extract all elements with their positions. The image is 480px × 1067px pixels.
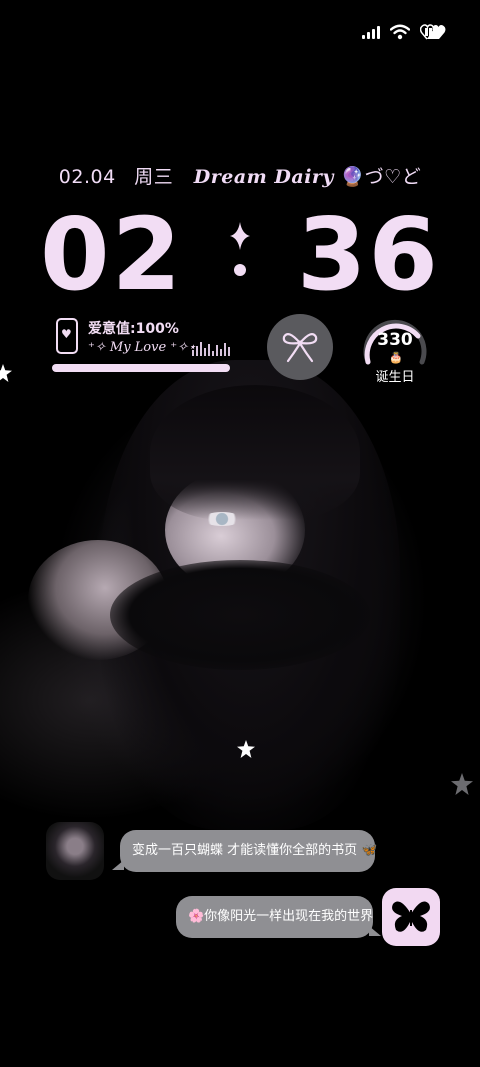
weekday-text: 周三 — [134, 166, 174, 188]
sound-wave-icon — [192, 342, 230, 356]
bow-widget[interactable] — [267, 314, 333, 380]
status-bar — [362, 24, 446, 40]
birthday-cake-icon: 🎂 — [389, 351, 403, 364]
wallpaper-eye — [203, 512, 241, 526]
my-love-text: ⁺✧ My Love ⁺✧⋆ — [88, 340, 197, 355]
love-widget[interactable]: 爱意值:100% ⁺✧ My Love ⁺✧⋆ — [52, 316, 232, 376]
star-icon — [451, 773, 473, 795]
wallpaper-bangs — [150, 385, 360, 520]
wifi-icon — [390, 24, 410, 40]
wallpaper-hair-front — [110, 560, 370, 670]
dream-dairy-title: Dream Dairy — [193, 166, 334, 188]
birthday-label: 诞生日 — [375, 370, 415, 385]
heart-battery-icon — [420, 24, 446, 40]
clock-minutes: 36 — [296, 196, 440, 313]
date-line: 02.04 周三 Dream Dairy 🔮づ♡ど — [0, 162, 480, 189]
love-progress-bar — [52, 364, 230, 372]
love-value-label: 爱意值:100% — [88, 321, 179, 337]
avatar[interactable] — [46, 822, 104, 880]
phone-heart-icon — [56, 318, 78, 354]
title-decoration: 🔮づ♡ど — [340, 166, 422, 188]
star-icon — [0, 364, 12, 382]
chat-bubble-right: 🌸你像阳光一样出现在我的世界 — [176, 896, 381, 938]
date-text: 02.04 — [58, 166, 116, 188]
signal-bars-icon — [362, 25, 380, 39]
clock-hours: 02 — [40, 196, 184, 313]
star-icon — [237, 740, 255, 758]
clock-separator — [220, 200, 260, 331]
ribbon-bow-icon — [282, 333, 318, 363]
birthday-widget[interactable]: 330 🎂 诞生日 — [360, 316, 430, 386]
birthday-days: 330 — [377, 330, 413, 350]
lock-clock[interactable]: 02 36 — [0, 200, 480, 331]
chat-bubble-left: 变成一百只蝴蝶 才能读懂你全部的书页 🦋 — [112, 830, 377, 872]
butterfly-avatar[interactable] — [382, 888, 440, 946]
butterfly-icon — [392, 901, 430, 932]
